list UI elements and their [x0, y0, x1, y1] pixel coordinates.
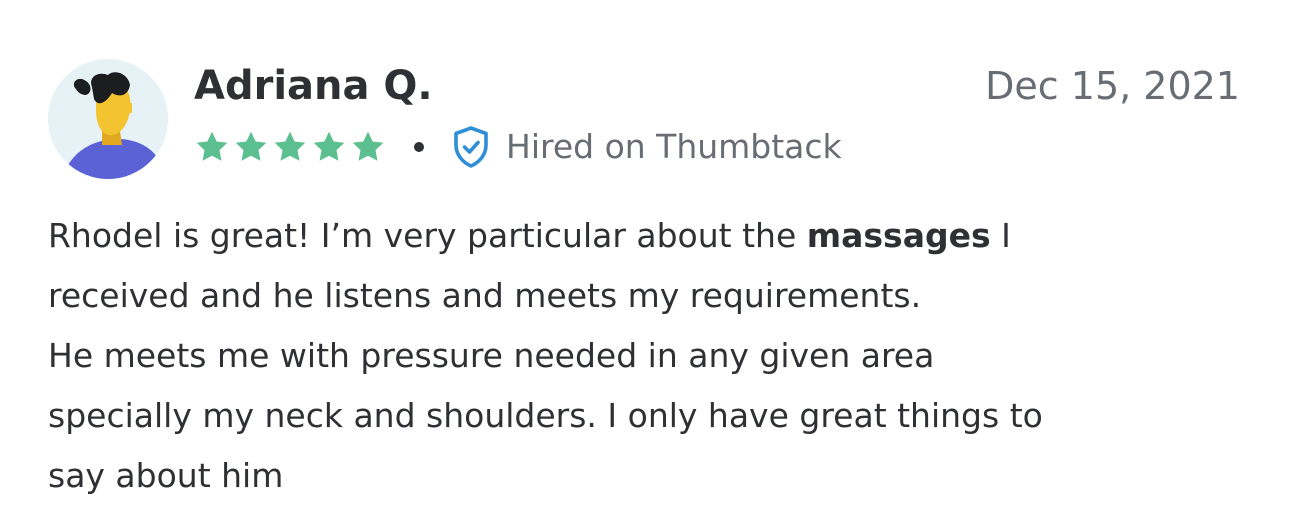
review-text-highlight: massages	[806, 216, 991, 255]
hired-on-thumbtack-label: Hired on Thumbtack	[506, 127, 842, 166]
review-text-line: He meets me with pressure needed in any …	[48, 336, 935, 375]
review-date: Dec 15, 2021	[985, 64, 1240, 108]
review-text-line: received and he listens and meets my req…	[48, 276, 922, 315]
star-icon	[194, 129, 230, 165]
star-icon	[272, 129, 308, 165]
star-icon	[311, 129, 347, 165]
review-card: Adriana Q. Dec 15, 2021 Hired on Thumbta…	[0, 0, 1290, 509]
star-icon	[350, 129, 386, 165]
shield-check-icon	[452, 125, 490, 169]
review-text: Rhodel is great! I’m very particular abo…	[48, 206, 1258, 506]
reviewer-name: Adriana Q.	[194, 63, 433, 109]
separator-dot	[414, 142, 424, 152]
star-icon	[233, 129, 269, 165]
star-rating	[194, 129, 386, 165]
avatar	[48, 59, 168, 179]
review-text-line: say about him	[48, 456, 284, 495]
review-text-segment: I	[990, 216, 1011, 255]
review-text-segment: Rhodel is great! I’m very particular abo…	[48, 216, 807, 255]
review-meta: Hired on Thumbtack	[194, 124, 842, 170]
review-text-line: specially my neck and shoulders. I only …	[48, 396, 1043, 435]
review-text-line: Rhodel is great! I’m very particular abo…	[48, 206, 1258, 266]
